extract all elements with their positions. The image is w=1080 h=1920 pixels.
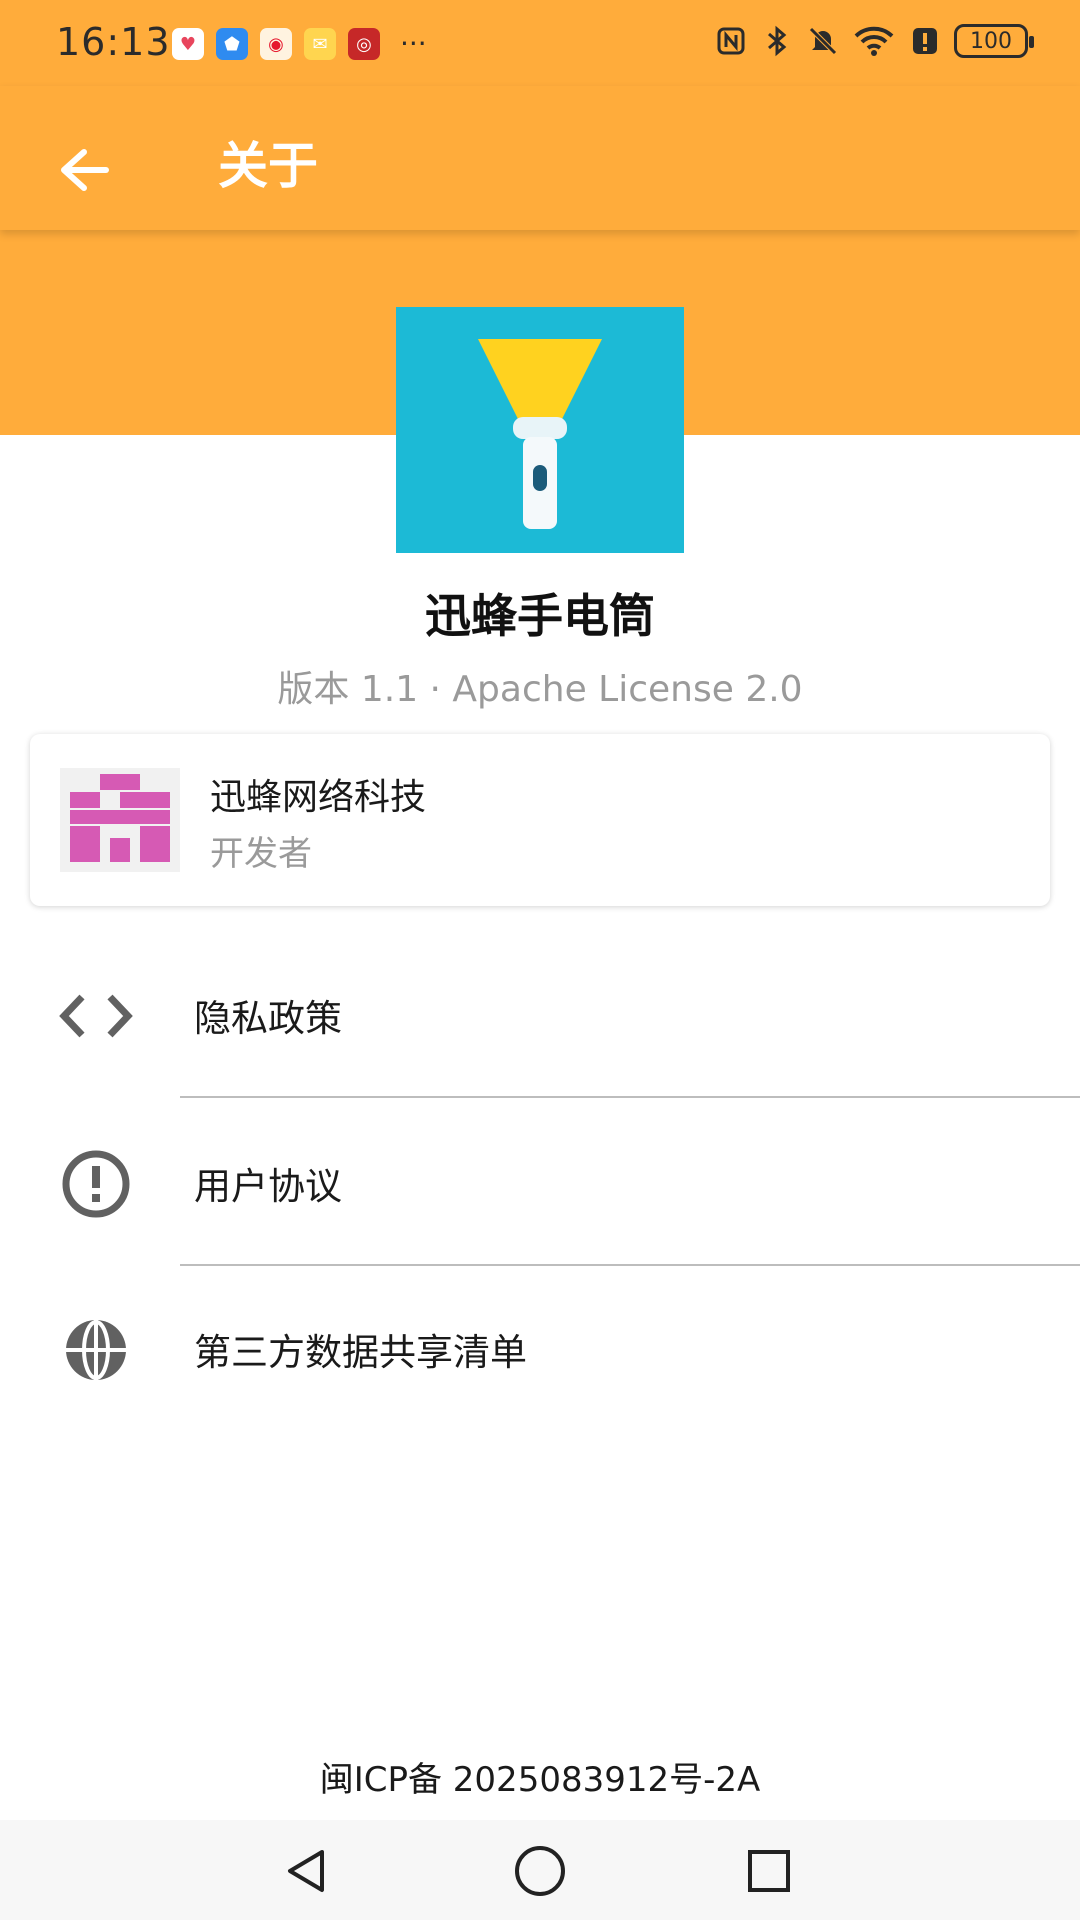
bluetooth-icon	[760, 24, 794, 58]
menu-item-privacy-policy[interactable]: 隐私政策	[0, 930, 1080, 1096]
menu-item-third-party-sharing[interactable]: 第三方数据共享清单	[0, 1264, 1080, 1430]
mail-icon: ✉	[304, 28, 336, 60]
more-notifications-icon: ···	[400, 27, 427, 60]
recents-square-icon	[748, 1850, 790, 1892]
shield-app-icon: ⬟	[216, 28, 248, 60]
developer-role: 开发者	[210, 834, 312, 874]
developer-card[interactable]: 迅蜂网络科技 开发者	[30, 734, 1050, 906]
arrow-left-icon	[61, 149, 109, 191]
home-circle-icon	[515, 1846, 565, 1896]
code-icon	[58, 978, 134, 1054]
battery-indicator: 100	[954, 24, 1034, 58]
back-triangle-icon	[288, 1850, 324, 1892]
developer-avatar	[60, 768, 180, 872]
page-title: 关于	[218, 137, 318, 195]
app-logo	[396, 307, 684, 553]
menu-label: 第三方数据共享清单	[194, 1331, 527, 1374]
notification-icons: ♥ ⬟ ◉ ✉ ◎ ···	[172, 28, 427, 60]
video-app-icon: ◎	[348, 28, 380, 60]
nfc-icon	[714, 24, 748, 58]
app-bar: 关于	[0, 86, 1080, 230]
status-bar: 16:13 ♥ ⬟ ◉ ✉ ◎ ··· 100	[0, 0, 1080, 86]
back-button[interactable]	[44, 130, 124, 210]
menu-item-user-agreement[interactable]: 用户协议	[0, 1098, 1080, 1264]
weibo-icon: ◉	[260, 28, 292, 60]
developer-name: 迅蜂网络科技	[210, 777, 427, 818]
nav-recents-button[interactable]	[734, 1836, 804, 1906]
info-icon	[58, 1146, 134, 1222]
icp-record[interactable]: 闽ICP备 2025083912号-2A	[0, 1752, 1080, 1801]
nav-back-button[interactable]	[272, 1836, 342, 1906]
globe-icon	[58, 1312, 134, 1388]
system-icons: 100	[714, 24, 1034, 58]
alert-icon	[908, 24, 942, 58]
app-name: 迅蜂手电筒	[425, 589, 655, 643]
menu-label: 用户协议	[194, 1165, 342, 1208]
status-time: 16:13	[56, 20, 171, 64]
health-icon: ♥	[172, 28, 204, 60]
menu-label: 隐私政策	[194, 997, 342, 1040]
mute-icon	[806, 24, 840, 58]
navigation-bar	[0, 1820, 1080, 1920]
nav-home-button[interactable]	[505, 1836, 575, 1906]
version-info: 版本 1.1 · Apache License 2.0	[277, 669, 803, 710]
wifi-icon	[852, 24, 896, 58]
